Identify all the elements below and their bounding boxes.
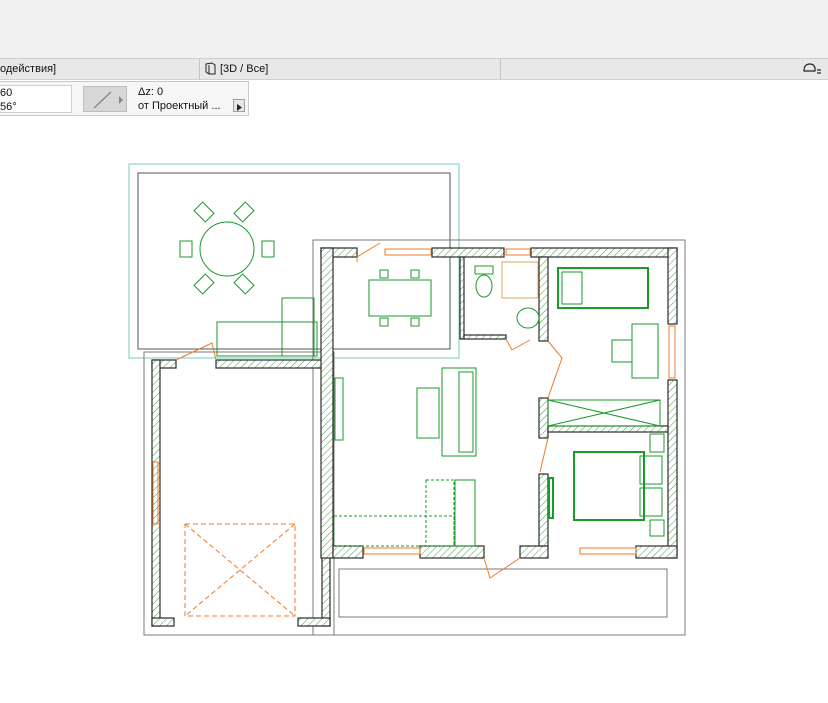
bathroom-fixtures [474, 261, 540, 329]
house-walls [320, 247, 678, 559]
living-sofa [334, 367, 477, 457]
terrace-sofa [216, 297, 318, 357]
building-outline [143, 239, 686, 636]
bed-single [547, 267, 661, 427]
windows [152, 248, 676, 555]
garage-walls [151, 359, 331, 627]
dining-table [368, 269, 432, 327]
kitchen [333, 479, 476, 547]
bed-double [548, 433, 665, 537]
floor-plan-canvas[interactable] [0, 0, 828, 703]
round-table [179, 201, 275, 295]
garage-car-area [184, 523, 296, 617]
terrace-outline [128, 163, 460, 359]
